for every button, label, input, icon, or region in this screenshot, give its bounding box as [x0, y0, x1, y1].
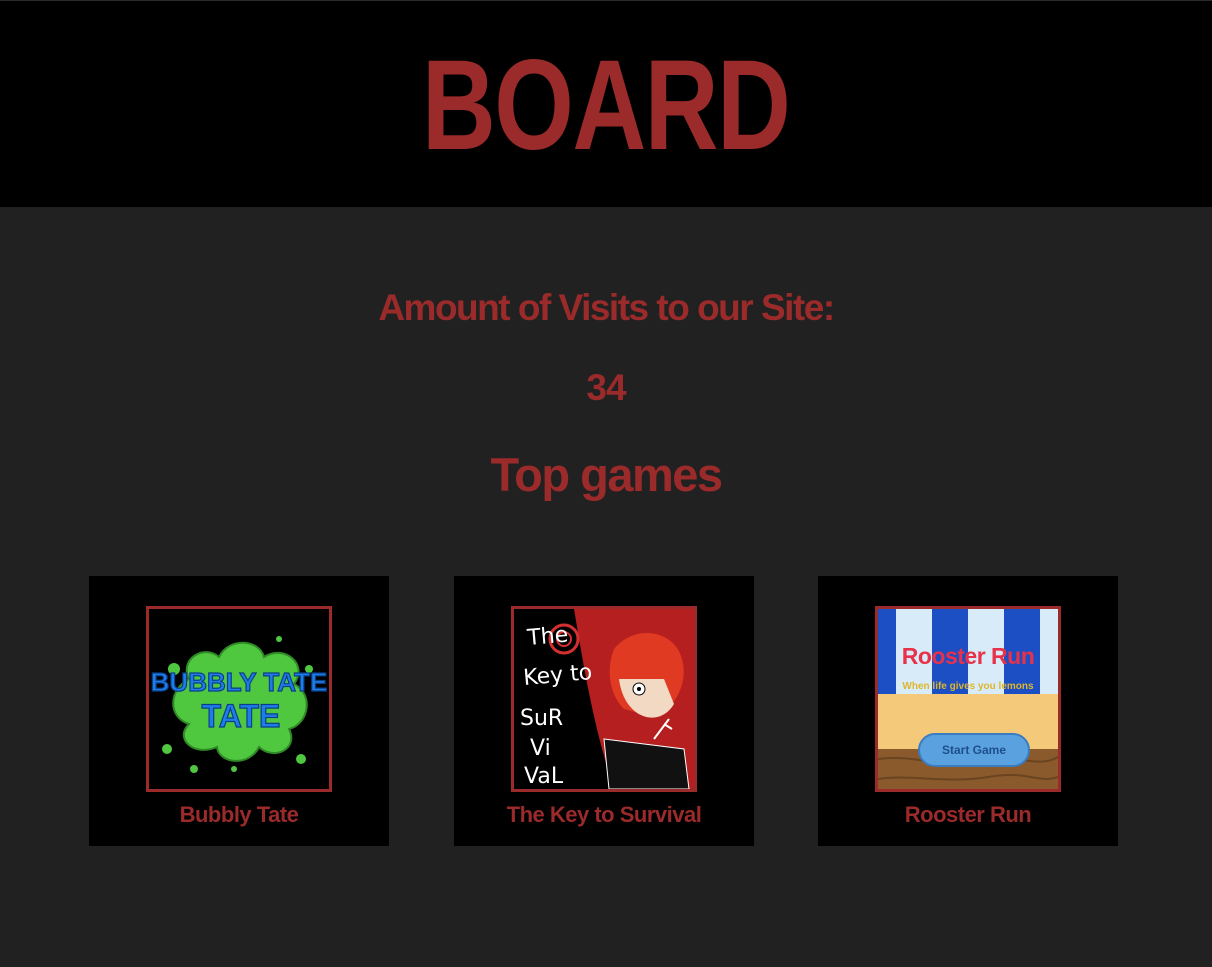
game-title[interactable]: Rooster Run [818, 802, 1118, 828]
svg-text:BUBBLY TATE: BUBBLY TATE [151, 667, 328, 697]
svg-text:TATE: TATE [202, 698, 281, 734]
game-title[interactable]: Bubbly Tate [89, 802, 389, 828]
site-logo[interactable]: BOARD [422, 42, 791, 170]
game-card-rooster-run[interactable]: Rooster Run When life gives you lemons S… [818, 576, 1118, 846]
svg-text:VaL: VaL [524, 764, 564, 789]
svg-text:SuR: SuR [520, 706, 563, 731]
visits-count: 34 [586, 367, 626, 408]
top-games-heading: Top games [490, 448, 723, 501]
site-header: BOARD [0, 0, 1212, 207]
main-content: Amount of Visits to our Site: 34 Top gam… [0, 207, 1212, 967]
key-to-survival-art: The Key to SuR Vi VaL [514, 609, 694, 789]
game-thumbnail-key-to-survival[interactable]: The Key to SuR Vi VaL [511, 606, 697, 792]
visits-label: Amount of Visits to our Site: [378, 287, 835, 328]
svg-text:Vi: Vi [530, 736, 551, 761]
game-card-key-to-survival[interactable]: The Key to SuR Vi VaL The Key to Surviva… [454, 576, 754, 846]
game-title[interactable]: The Key to Survival [454, 802, 754, 828]
game-thumbnail-bubbly-tate[interactable]: BUBBLY TATE TATE [146, 606, 332, 792]
bubbly-tate-art: BUBBLY TATE TATE [150, 636, 328, 773]
game-card-bubbly-tate[interactable]: BUBBLY TATE TATE Bubbly Tate [89, 576, 389, 846]
game-thumbnail-rooster-run[interactable]: Rooster Run When life gives you lemons S… [875, 606, 1061, 792]
rooster-run-art-subtitle: When life gives you lemons [902, 681, 1034, 692]
rooster-run-art-title: Rooster Run [901, 643, 1035, 669]
svg-text:The: The [525, 623, 569, 652]
start-game-button-art: Start Game [918, 733, 1030, 767]
